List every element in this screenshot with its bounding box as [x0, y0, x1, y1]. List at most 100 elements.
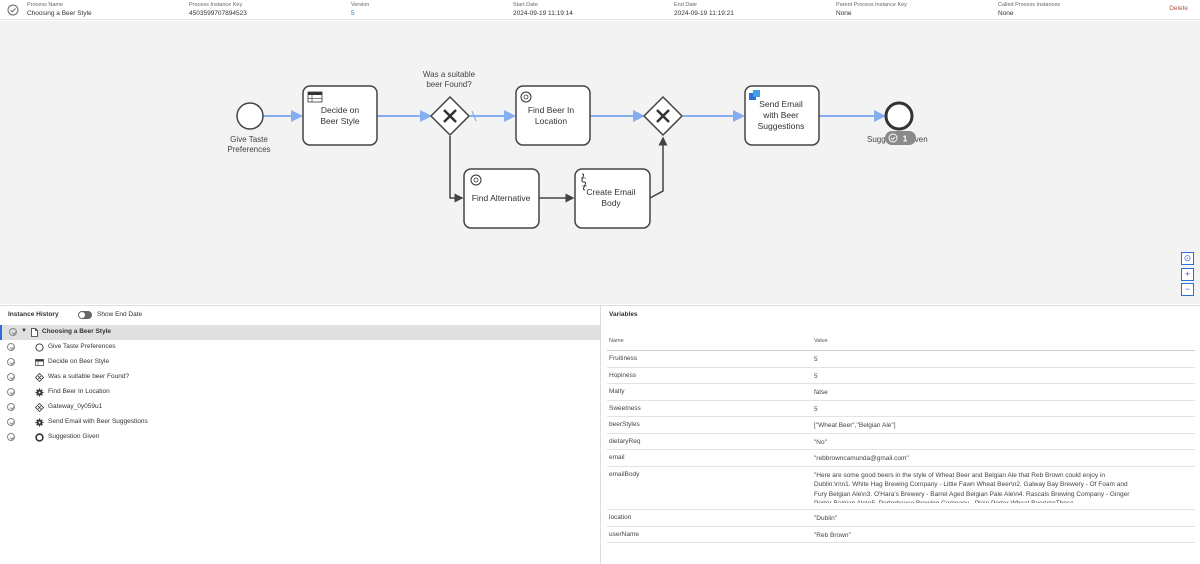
variable-row[interactable]: beerStyles ["Wheat Beer","Belgian Ale"]	[607, 417, 1195, 434]
version-link[interactable]: 5	[351, 9, 369, 19]
variable-name: Fruitiness	[609, 355, 638, 362]
history-row-process[interactable]: ▼ Choosing a Beer Style	[0, 325, 600, 340]
task-send-email-label-3: Suggestions	[758, 121, 805, 131]
history-label: Decide on Beer Style	[48, 358, 110, 365]
variable-name: Malty	[609, 388, 625, 395]
history-row-decide[interactable]: Decide on Beer Style	[0, 355, 600, 370]
variable-row[interactable]: Sweetness 5	[607, 401, 1195, 417]
history-row-end-event[interactable]: Suggestion Given	[0, 430, 600, 445]
zoom-in-button[interactable]: +	[1181, 268, 1194, 281]
task-decide-label-1: Decide on	[321, 105, 360, 115]
variable-name: email	[609, 454, 625, 461]
task-find-beer-label-1: Find Beer In	[528, 105, 575, 115]
history-label: Gateway_0y059u1	[48, 403, 103, 410]
chevron-down-icon[interactable]: ▼	[21, 328, 27, 334]
history-label: Suggestion Given	[48, 433, 100, 440]
variable-value: 5	[814, 405, 818, 413]
header-process-name: Process Name Choosing a Beer Style	[27, 2, 92, 17]
completed-check-icon	[7, 433, 15, 441]
task-find-alt-label: Find Alternative	[472, 193, 531, 203]
end-event-label-left: Sugg	[867, 135, 886, 144]
history-row-gateway-merge[interactable]: Gateway_0y059u1	[0, 400, 600, 415]
variable-row[interactable]: dietaryReq "No"	[607, 434, 1195, 450]
business-rule-icon	[307, 91, 323, 103]
header-instance-key: Process Instance Key 4503599707894523	[189, 2, 247, 17]
header-end-date: End Date 2024-09-19 11:19:21	[674, 2, 734, 17]
bottom-panels: Instance History Show End Date ▼ Choosin…	[0, 305, 1200, 564]
history-row-find-beer[interactable]: Find Beer In Location	[0, 385, 600, 400]
history-label: Choosing a Beer Style	[42, 328, 111, 335]
variable-row[interactable]: userName "Reb Brown"	[607, 527, 1195, 543]
history-row-start-event[interactable]: Give Taste Preferences	[0, 340, 600, 355]
variable-value: "No"	[814, 438, 827, 446]
gateway-question-line1: Was a suitable	[423, 70, 476, 79]
variable-row[interactable]: Fruitiness 5	[607, 351, 1195, 368]
variable-row[interactable]: Malty false	[607, 384, 1195, 401]
variable-name: Hopiness	[609, 371, 637, 379]
document-icon	[31, 328, 38, 337]
completed-check-icon	[7, 4, 19, 16]
variable-value: "rebbrowncamunda@gmail.com"	[814, 455, 909, 462]
zoom-out-button[interactable]: −	[1181, 283, 1194, 296]
variable-name: dietaryReq	[609, 437, 641, 445]
task-send-email-label-1: Send Email	[759, 99, 803, 109]
gateway-icon	[35, 373, 44, 382]
business-rule-icon	[35, 359, 44, 366]
variable-value: "Reb Brown"	[814, 531, 851, 539]
instance-header: Process Name Choosing a Beer Style Proce…	[0, 0, 1200, 20]
task-create-email-body[interactable]: Create Email Body	[574, 168, 651, 229]
completed-check-icon	[7, 343, 15, 351]
variable-name: beerStyles	[609, 421, 640, 428]
gateway-suitable-beer[interactable]: Was a suitable beer Found?	[423, 70, 476, 137]
variable-value: "Dublin"	[814, 515, 838, 522]
task-send-email[interactable]: Send Email with Beer Suggestions	[744, 85, 820, 146]
variable-name: Sweetness	[609, 404, 641, 412]
task-decide-beer-style[interactable]: Decide on Beer Style	[302, 85, 378, 146]
variable-row[interactable]: emailBody "Here are some good beers in t…	[607, 467, 1195, 510]
column-header-value: Value	[814, 338, 828, 344]
variable-value: 5	[814, 356, 818, 363]
variables-title: Variables	[609, 311, 638, 318]
variables-panel: Variables Name Value Fruitiness 5 Hopine…	[601, 306, 1200, 564]
end-event-icon	[35, 433, 44, 442]
variable-row[interactable]: Hopiness 5	[607, 368, 1195, 384]
start-event-give-taste[interactable]: Give Taste Preferences	[227, 102, 271, 154]
completed-check-icon	[9, 328, 17, 336]
bpmn-diagram-canvas[interactable]: Give Taste Preferences Decide on Beer St…	[0, 21, 1200, 304]
completed-check-icon	[7, 388, 15, 396]
show-end-date-label: Show End Date	[97, 311, 143, 318]
variable-value: 5	[814, 372, 818, 380]
task-find-beer-label-2: Location	[535, 116, 567, 126]
variable-value: ["Wheat Beer","Belgian Ale"]	[814, 422, 896, 429]
history-label: Find Beer In Location	[48, 388, 110, 395]
header-start-date: Start Date 2024-09-19 11:19:14	[513, 2, 573, 17]
task-decide-label-2: Beer Style	[320, 116, 359, 126]
variable-name: userName	[609, 530, 639, 538]
task-find-beer-location[interactable]: Find Beer In Location	[515, 85, 591, 146]
variable-name: emailBody	[609, 470, 640, 478]
header-called-instances: Called Process Instances None	[998, 2, 1061, 17]
history-row-gateway-suitable[interactable]: Was a suitable beer Found?	[0, 370, 600, 385]
task-send-email-label-2: with Beer	[762, 110, 799, 120]
gateway-question-line2: beer Found?	[426, 80, 472, 89]
start-event-label-line2: Preferences	[227, 145, 270, 154]
variable-row[interactable]: location "Dublin"	[607, 510, 1195, 527]
task-find-alternative[interactable]: Find Alternative	[463, 168, 540, 229]
start-event-label-line1: Give Taste	[230, 135, 268, 144]
history-label: Send Email with Beer Suggestions	[48, 418, 148, 425]
completed-check-icon	[7, 358, 15, 366]
history-label: Give Taste Preferences	[48, 343, 116, 350]
delete-button[interactable]: Delete	[1169, 5, 1188, 12]
variables-table-header: Name Value	[607, 333, 1195, 351]
instance-history-title: Instance History	[8, 311, 59, 318]
history-row-send-email[interactable]: Send Email with Beer Suggestions	[0, 415, 600, 430]
zoom-reset-button[interactable]: ⊙	[1181, 252, 1194, 265]
task-email-body-label-2: Body	[601, 198, 621, 208]
gateway-merge[interactable]	[642, 95, 684, 137]
header-version: Version 5	[351, 2, 370, 19]
show-end-date-toggle[interactable]	[78, 311, 92, 319]
variable-name: location	[609, 514, 632, 521]
start-event-icon	[35, 343, 44, 352]
completed-token-badge[interactable]: 1	[885, 131, 916, 145]
variable-row[interactable]: email "rebbrowncamunda@gmail.com"	[607, 450, 1195, 467]
